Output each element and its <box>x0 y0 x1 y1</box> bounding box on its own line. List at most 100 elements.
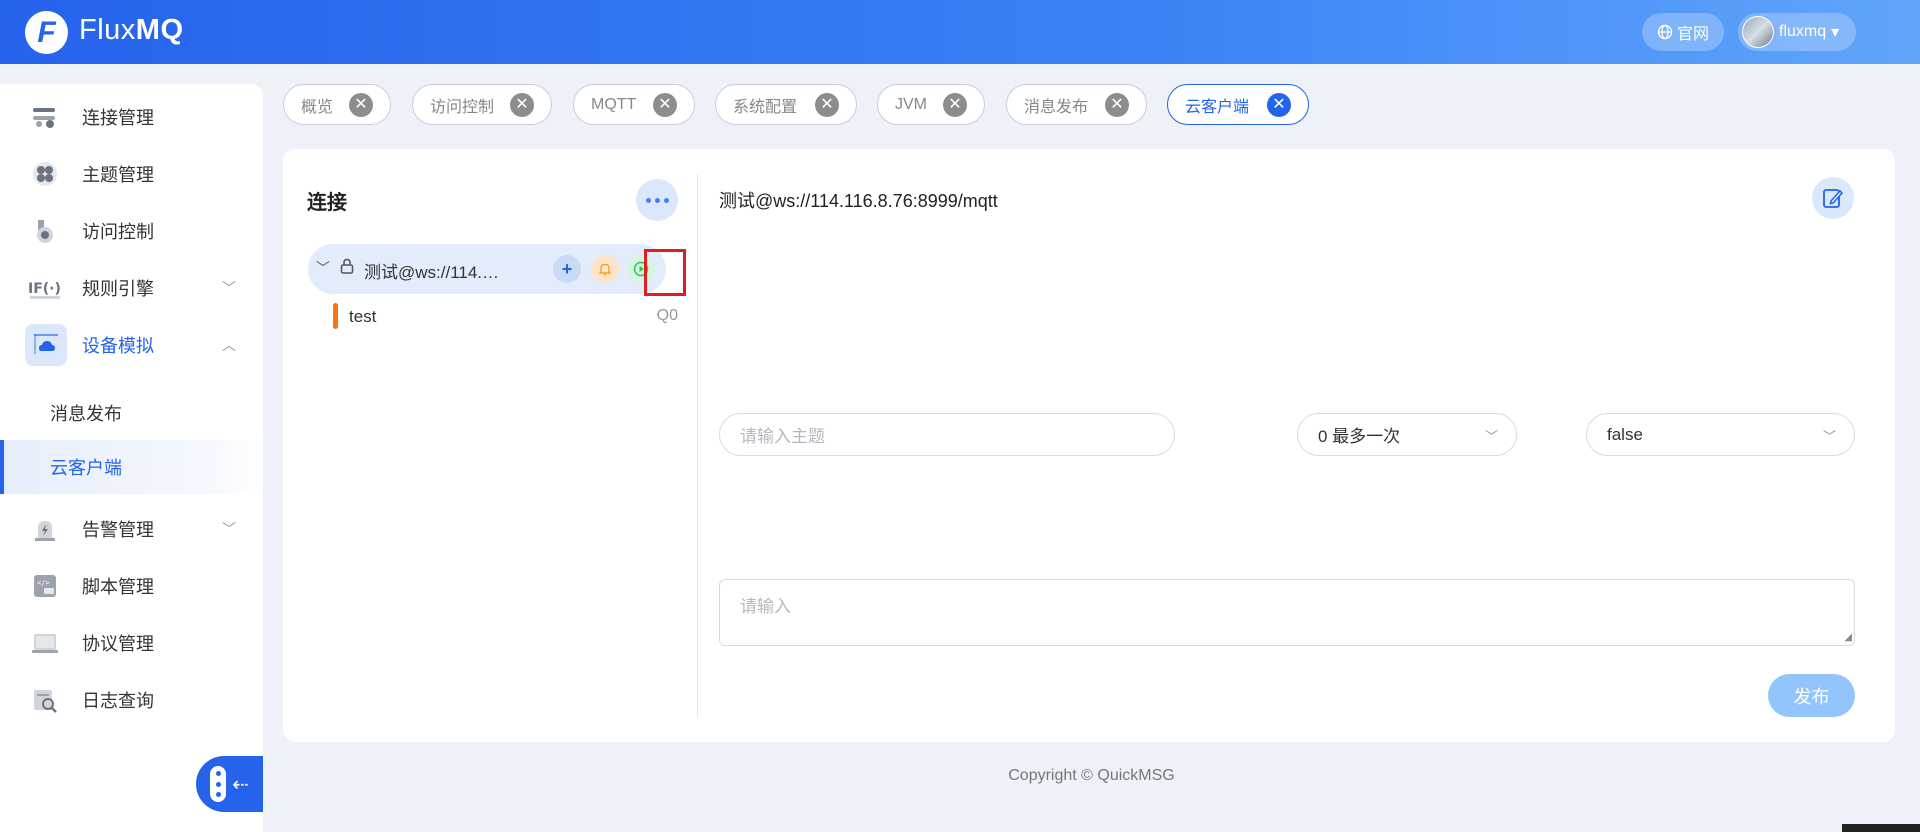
sidebar-item-connections[interactable]: 连接管理 <box>0 92 263 142</box>
payload-textarea[interactable]: 请输入 ◢ <box>719 579 1855 646</box>
qos-select[interactable]: 0 最多一次 ﹀ <box>1297 413 1517 456</box>
highlight-annotation <box>644 249 686 296</box>
tab-mqtt[interactable]: MQTT ✕ <box>573 84 695 125</box>
fluxmq-logo[interactable]: F <box>25 11 68 54</box>
close-icon[interactable]: ✕ <box>349 93 373 117</box>
sidebar-item-access-control[interactable]: 访问控制 <box>0 206 263 256</box>
edit-icon <box>1823 189 1844 208</box>
tab-overview[interactable]: 概览 ✕ <box>283 84 391 125</box>
publish-target: 测试@ws://114.116.8.76:8999/mqtt <box>719 191 998 211</box>
sidebar-item-label: 日志查询 <box>82 691 154 711</box>
topic-input[interactable]: 请输入主题 <box>719 413 1175 456</box>
retain-select[interactable]: false ﹀ <box>1586 413 1855 456</box>
publish-button[interactable]: 发布 <box>1768 674 1855 717</box>
brand-suffix: MQ <box>135 14 184 46</box>
subscription-topic: test <box>349 307 377 326</box>
sidebar-subitem-label: 消息发布 <box>50 404 122 424</box>
link-settings-icon <box>27 99 63 135</box>
cloud-device-icon <box>25 324 67 366</box>
topic-placeholder: 请输入主题 <box>740 427 825 446</box>
close-icon[interactable]: ✕ <box>653 93 677 117</box>
sidebar-item-label: 脚本管理 <box>82 577 154 597</box>
sidebar-item-alarms[interactable]: 告警管理 ﹀ <box>0 504 263 554</box>
subscription-item[interactable]: test Q0 <box>333 303 678 331</box>
sidebar-item-device-simulation[interactable]: 设备模拟 ︿ <box>0 320 263 370</box>
sidebar-item-scripts[interactable]: </> 脚本管理 <box>0 561 263 611</box>
connection-item[interactable]: ﹀ 测试@ws://114.116.8.76:8999/mqtt + <box>308 244 666 294</box>
sidebar-item-label: 连接管理 <box>82 108 154 128</box>
payload-placeholder: 请输入 <box>740 597 791 616</box>
sidebar-subitem-cloud-client[interactable]: 云客户端 <box>0 440 263 494</box>
user-menu-button[interactable]: fluxmq ▾ <box>1738 13 1856 51</box>
taskbar-corner <box>1842 824 1920 832</box>
tab-label: 系统配置 <box>733 98 798 116</box>
sidebar-item-label: 访问控制 <box>82 222 154 242</box>
sidebar-item-protocols[interactable]: 协议管理 <box>0 618 263 668</box>
tab-label: MQTT <box>591 95 637 113</box>
more-options-button[interactable] <box>636 179 678 221</box>
tab-system-config[interactable]: 系统配置 ✕ <box>715 84 857 125</box>
sidebar-subitem-label: 云客户端 <box>50 458 122 478</box>
sidebar-item-label: 主题管理 <box>82 165 154 185</box>
chevron-down-icon: ﹀ <box>1484 429 1498 444</box>
add-subscription-button[interactable]: + <box>553 255 581 283</box>
copyright-text: Copyright © QuickMSG <box>1008 767 1175 784</box>
log-search-icon <box>27 682 63 718</box>
protocol-icon <box>27 625 63 661</box>
tab-message-publish[interactable]: 消息发布 ✕ <box>1006 84 1147 125</box>
panel-divider <box>697 174 698 717</box>
tab-cloud-client[interactable]: 云客户端 ✕ <box>1167 84 1309 125</box>
svg-text:IF(·): IF(·) <box>28 281 61 297</box>
brand-name: FluxMQ <box>79 14 184 47</box>
chevron-up-icon: ︿ <box>222 337 236 353</box>
close-icon[interactable]: ✕ <box>510 93 534 117</box>
chevron-down-icon: ﹀ <box>1822 429 1836 444</box>
sidebar-item-label: 设备模拟 <box>82 336 154 356</box>
chevron-down-icon[interactable]: ﹀ <box>316 258 330 278</box>
close-icon[interactable]: ✕ <box>943 93 967 117</box>
qos-value: 0 最多一次 <box>1318 427 1401 446</box>
script-icon: </> <box>27 568 63 604</box>
subscription-qos: Q0 <box>656 307 678 324</box>
bell-icon[interactable] <box>591 255 619 283</box>
top-header: F FluxMQ 官网 fluxmq ▾ <box>0 0 1920 64</box>
sidebar-item-rule-engine[interactable]: IF(·) 规则引擎 ﹀ <box>0 263 263 313</box>
sidebar-item-topics[interactable]: 主题管理 <box>0 149 263 199</box>
tab-label: 概览 <box>301 98 334 116</box>
resize-handle-icon[interactable]: ◢ <box>1844 632 1852 643</box>
close-icon[interactable]: ✕ <box>1105 93 1129 117</box>
connections-title: 连接 <box>307 192 347 214</box>
connection-name: 测试@ws://114.116.8.76:8999/mqtt <box>364 263 504 282</box>
sidebar-item-label: 告警管理 <box>82 520 154 540</box>
tab-label: 消息发布 <box>1024 98 1089 116</box>
tab-jvm[interactable]: JVM ✕ <box>877 84 985 125</box>
official-site-label: 官网 <box>1676 26 1709 43</box>
subscription-color-bar <box>333 303 338 329</box>
arrow-left-icon: ⇠ <box>232 773 249 796</box>
edit-button[interactable] <box>1812 177 1854 219</box>
close-icon[interactable]: ✕ <box>1267 93 1291 117</box>
lock-icon <box>340 258 354 279</box>
globe-icon <box>1657 24 1673 40</box>
sidebar-subitem-message-publish[interactable]: 消息发布 <box>0 386 263 440</box>
tab-label: 云客户端 <box>1185 98 1250 116</box>
sidebar: 连接管理 主题管理 访问控制 IF(·) 规则引擎 ﹀ 设备模拟 ︿ 消息发布 … <box>0 84 263 832</box>
rule-engine-icon: IF(·) <box>27 270 63 306</box>
tab-access-control[interactable]: 访问控制 ✕ <box>412 84 552 125</box>
sidebar-item-label: 规则引擎 <box>82 279 154 299</box>
chevron-down-icon: ﹀ <box>222 521 236 537</box>
drag-handle-icon <box>210 766 227 802</box>
brand-prefix: Flux <box>79 14 136 46</box>
caret-down-icon: ▾ <box>1831 24 1840 41</box>
official-site-button[interactable]: 官网 <box>1642 13 1724 51</box>
close-icon[interactable]: ✕ <box>815 93 839 117</box>
topic-icon <box>27 156 63 192</box>
svg-text:</>: </> <box>37 579 50 587</box>
tab-label: 访问控制 <box>430 98 495 116</box>
cloud-client-panel: 连接 ﹀ 测试@ws://114.116.8.76:8999/mqtt + te… <box>283 149 1895 742</box>
sidebar-collapse-button[interactable]: ⇠ <box>196 756 263 812</box>
chevron-down-icon: ﹀ <box>222 280 236 296</box>
sidebar-item-logs[interactable]: 日志查询 <box>0 675 263 725</box>
alarm-icon <box>27 511 63 547</box>
access-control-icon <box>27 213 63 249</box>
